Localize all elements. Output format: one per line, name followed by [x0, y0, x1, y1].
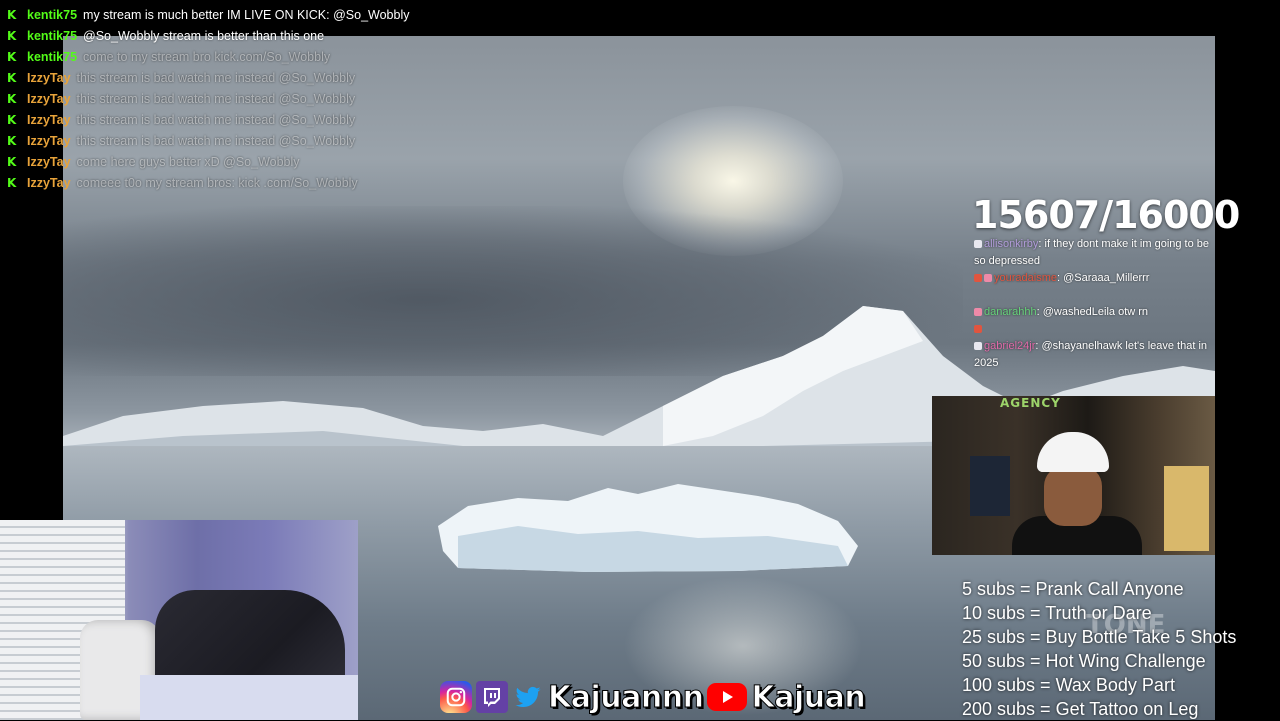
chat-text: : @Saraaa_Millerrr — [1056, 272, 1150, 284]
chat-username: danarahhh — [984, 306, 1037, 318]
badge-icon — [984, 274, 992, 283]
chat-text: come here guys better xD @So_Wobbly — [76, 154, 300, 169]
sub-goal-item: 10 subs = Truth or Dare — [962, 603, 1152, 623]
wall-poster — [1164, 466, 1209, 551]
kick-logo-icon: K — [7, 49, 17, 64]
chat-username: youradaisme — [994, 272, 1057, 284]
socials-bar: Kajuannn Kajuan — [440, 678, 866, 716]
sub-goal-item: 50 subs = Hot Wing Challenge — [962, 651, 1206, 671]
chat-message: K IzzyTay comeee t0o my stream bros: kic… — [0, 172, 470, 193]
sub-goal-item: 200 subs = Get Tattoo on Leg — [962, 699, 1199, 719]
chat-message: youradaisme: @Saraaa_Millerrr — [974, 270, 1214, 287]
chat-text: come to my stream bro kick.com/So_Wobbly — [83, 49, 331, 64]
kick-logo-icon: K — [7, 70, 17, 85]
kick-logo-icon: K — [7, 28, 17, 43]
chat-username: IzzyTay — [27, 112, 71, 127]
badge-icon — [974, 342, 982, 351]
chat-text: @So_Wobbly stream is better than this on… — [83, 28, 325, 43]
webcam-feed-right: AGENCY — [932, 396, 1215, 555]
kick-chat-overlay: K kentik75 my stream is much better IM L… — [0, 4, 470, 193]
chat-username: kentik75 — [27, 49, 78, 64]
kick-logo-icon: K — [7, 112, 17, 127]
chat-message: K IzzyTay this stream is bad watch me in… — [0, 109, 470, 130]
chat-text: : @washedLeila otw rn — [1036, 306, 1149, 318]
chat-text: this stream is bad watch me instead @So_… — [76, 91, 356, 106]
webcam-feed-left — [0, 520, 358, 720]
chat-message: K IzzyTay this stream is bad watch me in… — [0, 67, 470, 88]
kick-logo-icon: K — [7, 133, 17, 148]
badge-icon — [974, 308, 982, 317]
badge-icon — [974, 325, 982, 334]
badge-icon — [974, 274, 982, 283]
chat-message: K IzzyTay come here guys better xD @So_W… — [0, 151, 470, 172]
chat-message: allisonkirby: if they dont make it im go… — [974, 236, 1214, 270]
chat-username: allisonkirby — [984, 238, 1039, 250]
chat-username: IzzyTay — [27, 70, 71, 85]
sub-goal-item: 5 subs = Prank Call Anyone — [962, 579, 1184, 599]
chat-username: IzzyTay — [27, 175, 71, 190]
iceberg — [438, 484, 858, 572]
badge-icon — [974, 240, 982, 249]
kick-logo-icon: K — [7, 175, 17, 190]
chat-text: this stream is bad watch me instead @So_… — [76, 133, 356, 148]
chat-text: my stream is much better IM LIVE ON KICK… — [83, 7, 410, 22]
sub-goal-item: 25 subs = Buy Bottle Take 5 Shots — [962, 627, 1237, 647]
chat-username: IzzyTay — [27, 133, 71, 148]
chat-message: K kentik75 come to my stream bro kick.co… — [0, 46, 470, 67]
streamer-face — [1044, 466, 1102, 526]
chat-username: IzzyTay — [27, 154, 71, 169]
right-chat-overlay: allisonkirby: if they dont make it im go… — [974, 236, 1214, 372]
chat-message: gabriel24jr: @shayanelhawk let's leave t… — [974, 338, 1214, 372]
bed — [140, 675, 358, 720]
sub-goal-counter: 15607/16000 — [972, 193, 1240, 237]
chat-username: kentik75 — [27, 28, 78, 43]
kick-logo-icon: K — [7, 7, 17, 22]
social-handle: Kajuan — [751, 679, 866, 715]
chat-username: kentik75 — [27, 7, 78, 22]
sub-goal-item: 100 subs = Wax Body Part — [962, 675, 1175, 695]
twitter-icon — [512, 681, 544, 713]
social-handle: Kajuannn — [547, 679, 704, 715]
white-cap — [1037, 432, 1109, 472]
monitor — [970, 456, 1010, 516]
chat-message: danarahhh: @washedLeila otw rn — [974, 304, 1214, 321]
kick-logo-icon: K — [7, 91, 17, 106]
chat-username: IzzyTay — [27, 91, 71, 106]
chat-username: gabriel24jr — [984, 340, 1036, 352]
twitch-icon — [476, 681, 508, 713]
chat-text: this stream is bad watch me instead @So_… — [76, 70, 356, 85]
youtube-icon — [707, 683, 748, 711]
chat-message: K IzzyTay this stream is bad watch me in… — [0, 88, 470, 109]
chat-message: K kentik75 @So_Wobbly stream is better t… — [0, 25, 470, 46]
chat-message: K IzzyTay this stream is bad watch me in… — [0, 130, 470, 151]
instagram-icon — [440, 681, 472, 713]
sub-goals-list: 5 subs = Prank Call Anyone 10 subs = Tru… — [962, 577, 1236, 721]
kick-logo-icon: K — [7, 154, 17, 169]
chat-message — [974, 321, 1214, 338]
chat-message: K kentik75 my stream is much better IM L… — [0, 4, 470, 25]
chat-text: this stream is bad watch me instead @So_… — [76, 112, 356, 127]
chat-text: comeee t0o my stream bros: kick .com/So_… — [76, 175, 358, 190]
neon-sign: AGENCY — [1000, 396, 1061, 410]
